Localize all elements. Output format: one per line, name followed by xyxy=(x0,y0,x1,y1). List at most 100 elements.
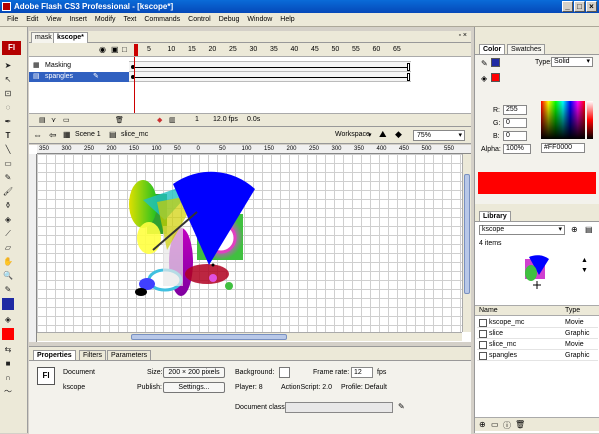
scroll-thumb[interactable] xyxy=(464,174,470,294)
tab-parameters[interactable]: Parameters xyxy=(107,350,152,360)
r-field[interactable]: 255 xyxy=(503,105,527,115)
tab-filters[interactable]: Filters xyxy=(79,350,107,360)
brightness-slider[interactable] xyxy=(587,101,593,139)
col-name[interactable]: Name xyxy=(479,307,498,314)
tab-color[interactable]: Color xyxy=(479,44,506,54)
center-frame-icon[interactable]: ◆ xyxy=(157,116,162,124)
framerate-field[interactable]: 12 xyxy=(351,367,373,378)
menu-file[interactable]: File xyxy=(3,13,22,27)
snap-magnet-icon[interactable]: ∩ xyxy=(2,372,14,384)
size-button[interactable]: 200 × 200 pixels xyxy=(163,367,225,378)
timeline-toggle-icon[interactable]: ⇔ xyxy=(33,130,42,140)
g-field[interactable]: 0 xyxy=(503,118,527,128)
pen-tool-icon[interactable]: ✒ xyxy=(2,116,14,128)
menu-help[interactable]: Help xyxy=(276,13,298,27)
play-icon[interactable]: ▲ xyxy=(581,257,588,264)
fill-color-icon[interactable]: ◈ xyxy=(2,314,14,326)
settings-button[interactable]: Settings... xyxy=(163,382,225,393)
library-row[interactable]: slice_mc Movie xyxy=(477,340,598,350)
maximize-button[interactable]: □ xyxy=(574,1,585,12)
close-button[interactable]: × xyxy=(586,1,597,12)
hex-field[interactable]: #FF0000 xyxy=(541,143,585,153)
scene-breadcrumb[interactable]: Scene 1 xyxy=(75,131,101,138)
stroke-swatch[interactable] xyxy=(491,58,500,67)
zoom-tool-icon[interactable]: 🔍 xyxy=(2,270,14,282)
paint-bucket-tool-icon[interactable]: ◈ xyxy=(2,214,14,226)
new-folder-icon[interactable]: ▭ xyxy=(63,116,70,124)
b-field[interactable]: 0 xyxy=(503,131,527,141)
close-doc-icon[interactable]: ▫ × xyxy=(458,32,467,39)
eraser-tool-icon[interactable]: ▱ xyxy=(2,242,14,254)
smooth-icon[interactable]: 〜 xyxy=(2,386,14,398)
selection-tool-icon[interactable]: ➤ xyxy=(2,60,14,72)
lasso-tool-icon[interactable]: ◌ xyxy=(2,102,14,114)
workspace-menu[interactable]: Workspace xyxy=(335,131,370,138)
delete-layer-icon[interactable]: 🗑 xyxy=(115,116,124,124)
fill-swatch[interactable] xyxy=(491,73,500,82)
tab-properties[interactable]: Properties xyxy=(33,350,76,360)
ink-bottle-tool-icon[interactable]: ⚱ xyxy=(2,200,14,212)
free-transform-tool-icon[interactable]: ⊡ xyxy=(2,88,14,100)
tab-kscope[interactable]: kscope* xyxy=(53,32,88,43)
rectangle-tool-icon[interactable]: ▭ xyxy=(2,158,14,170)
library-row[interactable]: kscope_mc Movie xyxy=(477,318,598,328)
fill-swatch[interactable] xyxy=(2,328,14,340)
properties-icon[interactable]: ⓘ xyxy=(503,420,511,431)
menu-text[interactable]: Text xyxy=(120,13,141,27)
alpha-field[interactable]: 100% xyxy=(503,144,531,154)
stroke-color-icon[interactable]: ✎ xyxy=(2,284,14,296)
playhead[interactable] xyxy=(134,44,138,56)
back-arrow-icon[interactable]: ⇦ xyxy=(49,130,57,141)
menu-view[interactable]: View xyxy=(42,13,65,27)
menu-insert[interactable]: Insert xyxy=(65,13,91,27)
col-type[interactable]: Type xyxy=(565,307,580,314)
kaleidoscope-artwork[interactable] xyxy=(37,154,462,332)
pencil-icon[interactable]: ✎ xyxy=(398,402,405,411)
pencil-tool-icon[interactable]: ✎ xyxy=(2,172,14,184)
line-tool-icon[interactable]: ╲ xyxy=(2,144,14,156)
lock-icon[interactable]: ▣ xyxy=(111,45,119,54)
symbol-breadcrumb[interactable]: slice_mc xyxy=(121,131,148,138)
vertical-scrollbar[interactable] xyxy=(462,154,471,332)
chevron-down-icon[interactable]: ▾ xyxy=(368,131,372,139)
stroke-swatch[interactable] xyxy=(2,298,14,310)
add-guide-icon[interactable]: ⋎ xyxy=(51,116,56,124)
edit-scene-icon[interactable]: ⛰ xyxy=(379,129,387,140)
library-document-select[interactable]: kscope ▾ xyxy=(479,225,565,235)
new-folder-icon[interactable]: ▭ xyxy=(491,420,499,429)
horizontal-scrollbar[interactable] xyxy=(37,332,462,341)
library-row[interactable]: slice Graphic xyxy=(477,329,598,339)
new-library-icon[interactable]: ▤ xyxy=(585,225,593,234)
text-tool-icon[interactable]: T xyxy=(2,130,14,142)
menu-control[interactable]: Control xyxy=(184,13,215,27)
eye-icon[interactable]: ◉ xyxy=(99,45,106,54)
fill-bucket-icon[interactable]: ◈ xyxy=(481,74,487,83)
docclass-field[interactable] xyxy=(285,402,393,413)
menu-modify[interactable]: Modify xyxy=(91,13,120,27)
onion-skin-icon[interactable]: ▥ xyxy=(169,116,176,124)
minimize-button[interactable]: _ xyxy=(562,1,573,12)
type-select[interactable]: Solid ▾ xyxy=(551,57,593,67)
color-picker[interactable] xyxy=(541,101,585,139)
menu-window[interactable]: Window xyxy=(243,13,276,27)
frames-area[interactable] xyxy=(129,61,411,82)
menu-edit[interactable]: Edit xyxy=(22,13,42,27)
menu-commands[interactable]: Commands xyxy=(140,13,184,27)
stroke-pencil-icon[interactable]: ✎ xyxy=(481,59,488,68)
outline-icon[interactable]: □ xyxy=(122,45,127,54)
delete-icon[interactable]: 🗑 xyxy=(515,420,525,429)
background-swatch[interactable] xyxy=(279,367,290,378)
stop-icon[interactable]: ▼ xyxy=(581,267,588,274)
scroll-thumb[interactable] xyxy=(131,334,287,340)
pin-icon[interactable]: ⊕ xyxy=(571,225,578,234)
new-layer-icon[interactable]: ▤ xyxy=(39,116,46,124)
tab-library[interactable]: Library xyxy=(479,211,511,221)
library-row[interactable]: spangles Graphic xyxy=(477,351,598,361)
subselection-tool-icon[interactable]: ↖ xyxy=(2,74,14,86)
hand-tool-icon[interactable]: ✋ xyxy=(2,256,14,268)
new-symbol-icon[interactable]: ⊕ xyxy=(479,420,486,429)
menu-debug[interactable]: Debug xyxy=(215,13,244,27)
eyedropper-tool-icon[interactable]: ⟋ xyxy=(2,228,14,240)
brush-tool-icon[interactable]: 🖌 xyxy=(2,186,14,198)
layer-spangles[interactable]: ▤ spangles ✎ xyxy=(29,72,129,82)
